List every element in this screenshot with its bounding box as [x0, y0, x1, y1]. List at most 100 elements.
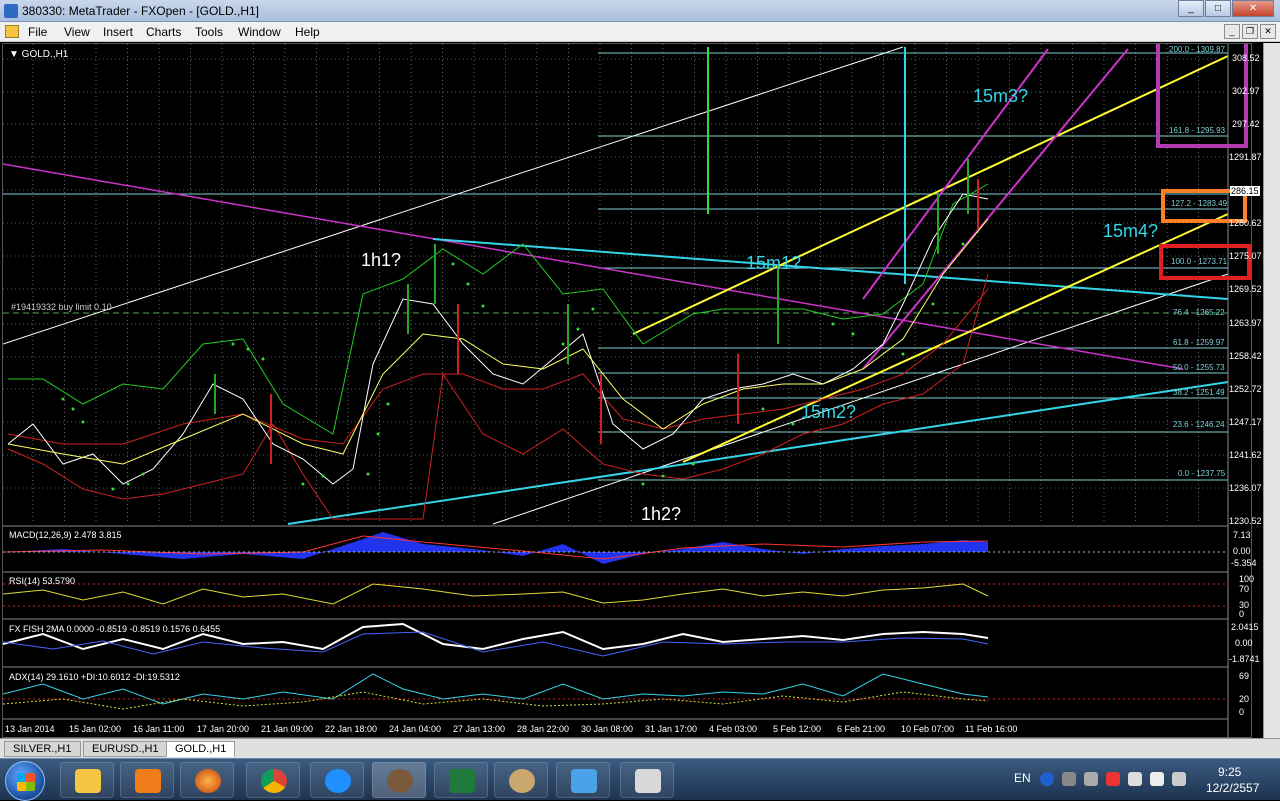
rsi-axis-tick: 70 [1239, 584, 1250, 594]
tab-gold[interactable]: GOLD.,H1 [166, 741, 236, 757]
fib-label-38: 38.2 - 1251.49 [1173, 388, 1225, 397]
paint-icon [509, 769, 535, 793]
time-tick: 4 Feb 03:00 [709, 724, 758, 734]
minimize-button[interactable]: _ [1178, 0, 1204, 17]
taskbar-remote-desktop[interactable] [556, 762, 610, 798]
adx-axis-tick: 69 [1239, 671, 1250, 681]
mdi-restore-button[interactable]: ❐ [1242, 24, 1258, 39]
vertical-scrollbar[interactable] [1263, 43, 1280, 738]
menu-file[interactable]: File [28, 25, 47, 39]
taskbar-firefox[interactable] [180, 762, 234, 798]
time-tick: 30 Jan 08:00 [581, 724, 634, 734]
taskbar-paint[interactable] [494, 762, 548, 798]
help-icon[interactable] [1040, 772, 1054, 786]
windows-logo-icon [17, 773, 35, 791]
price-tick: 308.52 [1232, 53, 1260, 63]
chart-tab-bar: SILVER.,H1 EURUSD.,H1 GOLD.,H1 [0, 738, 1280, 758]
taskbar-screen[interactable] [620, 762, 674, 798]
menu-charts[interactable]: Charts [146, 25, 181, 39]
symbol-label: ▼ GOLD.,H1 [9, 49, 69, 60]
time-tick: 31 Jan 17:00 [645, 724, 698, 734]
fib-label-50: 50.0 - 1255.73 [1173, 363, 1225, 372]
speaker-icon[interactable] [1172, 772, 1186, 786]
clock-time[interactable]: 9:25 [1218, 765, 1241, 779]
adx-label: ADX(14) 29.1610 +DI:10.6012 -DI:19.5312 [9, 672, 180, 682]
menu-view[interactable]: View [64, 25, 90, 39]
tab-silver[interactable]: SILVER.,H1 [4, 741, 81, 757]
taskbar-folder[interactable] [60, 762, 114, 798]
time-tick: 21 Jan 09:00 [261, 724, 314, 734]
tab-eurusd[interactable]: EURUSD.,H1 [83, 741, 168, 757]
time-tick: 10 Feb 07:00 [901, 724, 955, 734]
ie-icon [325, 769, 351, 793]
order-label[interactable]: #19419332 buy limit 0.10 [11, 302, 112, 312]
menu-window[interactable]: Window [238, 25, 281, 39]
price-tick: 1269.52 [1229, 284, 1262, 294]
time-tick: 15 Jan 02:00 [69, 724, 122, 734]
window-title: 380330: MetaTrader - FXOpen - [GOLD.,H1] [22, 4, 259, 18]
chart-window[interactable]: ▼ GOLD.,H1 #19419332 buy limit 0.10 200.… [2, 43, 1262, 739]
taskbar-metatrader[interactable] [372, 762, 426, 798]
price-tick: 1291.87 [1229, 152, 1262, 162]
price-tick: 1275.07 [1229, 251, 1262, 261]
chart-doc-icon [5, 25, 19, 38]
fish-signal-line [3, 631, 989, 657]
taskbar-media-player[interactable] [120, 762, 174, 798]
adx-di-line [3, 691, 989, 710]
close-button[interactable]: ✕ [1232, 0, 1274, 17]
price-tick: 1258.42 [1229, 351, 1262, 361]
network-icon[interactable] [1106, 772, 1120, 786]
volume-icon[interactable] [1128, 772, 1142, 786]
menu-tools[interactable]: Tools [195, 25, 223, 39]
start-button[interactable] [5, 761, 45, 801]
fish-label: FX FISH 2MA 0.0000 -0.8519 -0.8519 0.157… [9, 624, 221, 634]
settings-icon[interactable] [1084, 772, 1098, 786]
taskbar-ie[interactable] [310, 762, 364, 798]
annotation-15m2: 15m2? [801, 402, 857, 422]
taskbar: EN 9:25 12/2/2557 [0, 758, 1280, 801]
fib-label-61: 61.8 - 1259.97 [1173, 338, 1225, 347]
price-tick: 297.42 [1232, 119, 1260, 129]
clock-date[interactable]: 12/2/2557 [1206, 781, 1259, 795]
fib-label-200: 200.0 - 1309.87 [1169, 45, 1226, 54]
menu-bar: File View Insert Charts Tools Window Hel… [0, 22, 1280, 42]
mdi-close-button[interactable]: ✕ [1260, 24, 1276, 39]
time-tick: 27 Jan 13:00 [453, 724, 506, 734]
taskbar-chrome[interactable] [246, 762, 300, 798]
time-tick: 6 Feb 21:00 [837, 724, 886, 734]
rsi-axis-tick: 100 [1239, 574, 1255, 584]
fib-label-76: 76.4 - 1265.22 [1173, 308, 1225, 317]
restore-button[interactable]: □ [1205, 0, 1231, 17]
language-indicator[interactable]: EN [1014, 771, 1031, 785]
time-tick: 16 Jan 11:00 [133, 724, 185, 734]
monitor-icon[interactable] [1150, 772, 1164, 786]
price-tick: 1236.07 [1229, 483, 1262, 493]
fish-axis-tick: 2.0415 [1231, 622, 1259, 632]
time-tick: 24 Jan 04:00 [389, 724, 442, 734]
price-tick: 1241.62 [1229, 450, 1262, 460]
time-tick: 13 Jan 2014 [5, 724, 55, 734]
rsi-line [3, 583, 989, 605]
time-tick: 5 Feb 12:00 [773, 724, 822, 734]
adx-axis-tick: 20 [1239, 694, 1250, 704]
taskbar-excel[interactable] [434, 762, 488, 798]
price-chart[interactable] [3, 44, 1253, 739]
fish-axis-tick: -1.8741 [1229, 654, 1260, 664]
vertical-grid [3, 44, 1228, 524]
macd-axis-tick: 0.00 [1233, 546, 1251, 556]
mdi-minimize-button[interactable]: _ [1224, 24, 1240, 39]
price-tick: 1252.72 [1229, 384, 1262, 394]
menu-help[interactable]: Help [295, 25, 320, 39]
fish-axis-tick: 0.00 [1235, 638, 1253, 648]
annotation-1h2: 1h2? [641, 504, 682, 524]
price-tick: 1280.62 [1229, 218, 1262, 228]
menu-insert[interactable]: Insert [103, 25, 133, 39]
screen-icon [635, 769, 661, 793]
flag-icon[interactable] [1062, 772, 1076, 786]
annotation-15m4: 15m4? [1103, 221, 1159, 241]
annotation-15m1: 15m1? [746, 253, 802, 273]
time-tick: 22 Jan 18:00 [325, 724, 378, 734]
fib-label-0: 0.0 - 1237.75 [1178, 469, 1226, 478]
annotation-1h1: 1h1? [361, 250, 402, 270]
metatrader-icon [4, 4, 18, 18]
